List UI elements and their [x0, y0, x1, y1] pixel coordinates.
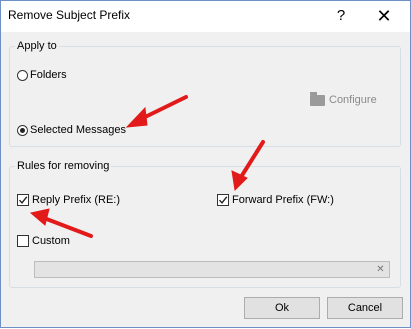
close-button[interactable]: ✕: [364, 3, 404, 29]
custom-checkbox[interactable]: Custom: [17, 235, 70, 247]
folders-radio[interactable]: Folders: [17, 69, 67, 81]
custom-label: Custom: [32, 235, 70, 247]
selected-messages-radio-circle[interactable]: [17, 124, 28, 136]
custom-box[interactable]: [17, 235, 29, 247]
rules-legend: Rules for removing: [17, 160, 110, 172]
forward-prefix-checkbox[interactable]: Forward Prefix (FW:): [217, 194, 334, 206]
custom-prefix-input[interactable]: ✕: [34, 261, 390, 278]
dialog-title: Remove Subject Prefix: [8, 8, 131, 22]
forward-prefix-label: Forward Prefix (FW:): [232, 194, 334, 206]
reply-prefix-label: Reply Prefix (RE:): [32, 194, 121, 206]
configure-label: Configure: [329, 94, 377, 106]
folders-radio-circle[interactable]: [17, 69, 28, 81]
checkmark-icon: [218, 196, 228, 204]
remove-subject-prefix-dialog: Remove Subject Prefix ? ✕ Apply to Folde…: [0, 0, 411, 328]
clear-icon[interactable]: ✕: [375, 264, 386, 275]
cancel-button[interactable]: Cancel: [327, 297, 403, 319]
reply-prefix-box[interactable]: [17, 194, 29, 206]
folder-icon: [310, 91, 325, 106]
configure-button[interactable]: Configure: [310, 91, 377, 106]
title-bar: Remove Subject Prefix ? ✕: [1, 1, 410, 32]
folders-label: Folders: [30, 69, 67, 81]
forward-prefix-box[interactable]: [217, 194, 229, 206]
selected-messages-label: Selected Messages: [30, 124, 126, 136]
ok-button[interactable]: Ok: [244, 297, 320, 319]
checkmark-icon: [18, 196, 28, 204]
reply-prefix-checkbox[interactable]: Reply Prefix (RE:): [17, 194, 120, 206]
selected-messages-radio[interactable]: Selected Messages: [17, 124, 126, 136]
apply-to-legend: Apply to: [17, 40, 57, 52]
help-button[interactable]: ?: [321, 3, 361, 29]
